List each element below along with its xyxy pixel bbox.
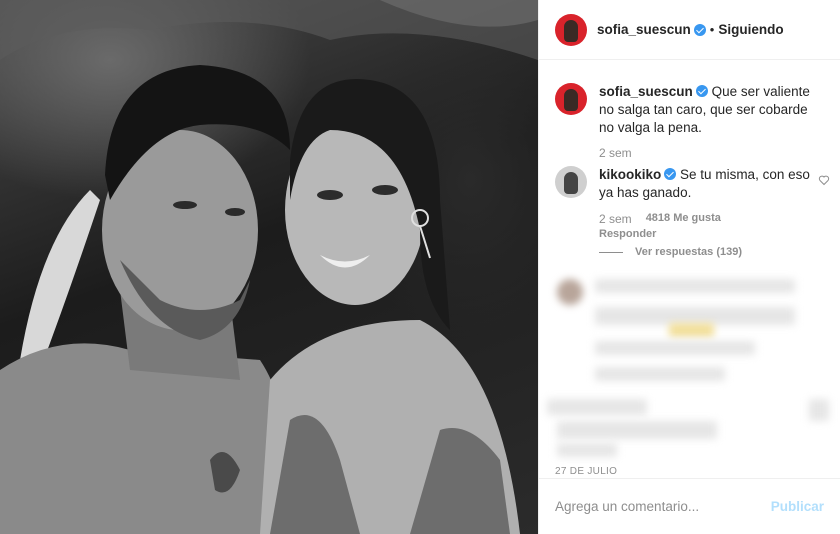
author-avatar[interactable] [555, 13, 587, 46]
blurred-avatar [557, 279, 583, 305]
view-replies-button[interactable]: Ver respuestas (139) [599, 246, 742, 258]
blurred-emoji [669, 323, 714, 337]
caption-username[interactable]: sofia_suescun [599, 84, 693, 99]
comment-username[interactable]: kikookiko [599, 167, 661, 182]
post-date[interactable]: 27 DE JULIO [555, 466, 617, 477]
caption-meta: 2 sem [599, 146, 632, 160]
comment-meta: 2 sem 4818 Me gusta [599, 212, 721, 226]
blurred-comment-text [595, 341, 755, 355]
blurred-heart [809, 399, 829, 421]
separator-dot: • [709, 22, 715, 37]
comment-input[interactable] [555, 499, 771, 514]
blurred-comment-meta [557, 443, 617, 457]
comment-time[interactable]: 2 sem [599, 212, 632, 226]
publish-button[interactable]: Publicar [771, 499, 824, 514]
following-button[interactable]: Siguiendo [718, 22, 783, 37]
caption: sofia_suescun Que ser valiente no salga … [555, 83, 824, 137]
blurred-comment-text [557, 421, 717, 439]
comment-likes[interactable]: 4818 Me gusta [646, 212, 721, 226]
view-replies-label: Ver respuestas (139) [635, 246, 743, 258]
caption-time[interactable]: 2 sem [599, 146, 632, 160]
post-header: sofia_suescun • Siguiendo [539, 0, 840, 60]
blurred-comment-text [547, 399, 647, 415]
post-photo[interactable] [0, 0, 538, 534]
photo-illustration [0, 0, 538, 534]
blurred-comment-text [595, 279, 795, 293]
like-heart-icon[interactable] [818, 174, 830, 186]
caption-avatar[interactable] [555, 83, 587, 115]
verified-badge-icon [693, 23, 706, 36]
reply-button[interactable]: Responder [599, 228, 656, 240]
add-comment-bar: Publicar [539, 478, 840, 534]
replies-divider [599, 251, 623, 253]
comment-avatar[interactable] [555, 166, 587, 198]
blurred-comment-meta [595, 367, 725, 381]
comment: kikookiko Se tu misma, con eso ya has ga… [555, 166, 824, 202]
verified-badge-icon [695, 85, 708, 97]
author-username[interactable]: sofia_suescun [597, 22, 691, 37]
comments-list[interactable]: sofia_suescun Que ser valiente no salga … [539, 61, 840, 465]
verified-badge-icon [664, 168, 677, 180]
post-side-panel: sofia_suescun • Siguiendo sofia_suescun … [538, 0, 840, 534]
